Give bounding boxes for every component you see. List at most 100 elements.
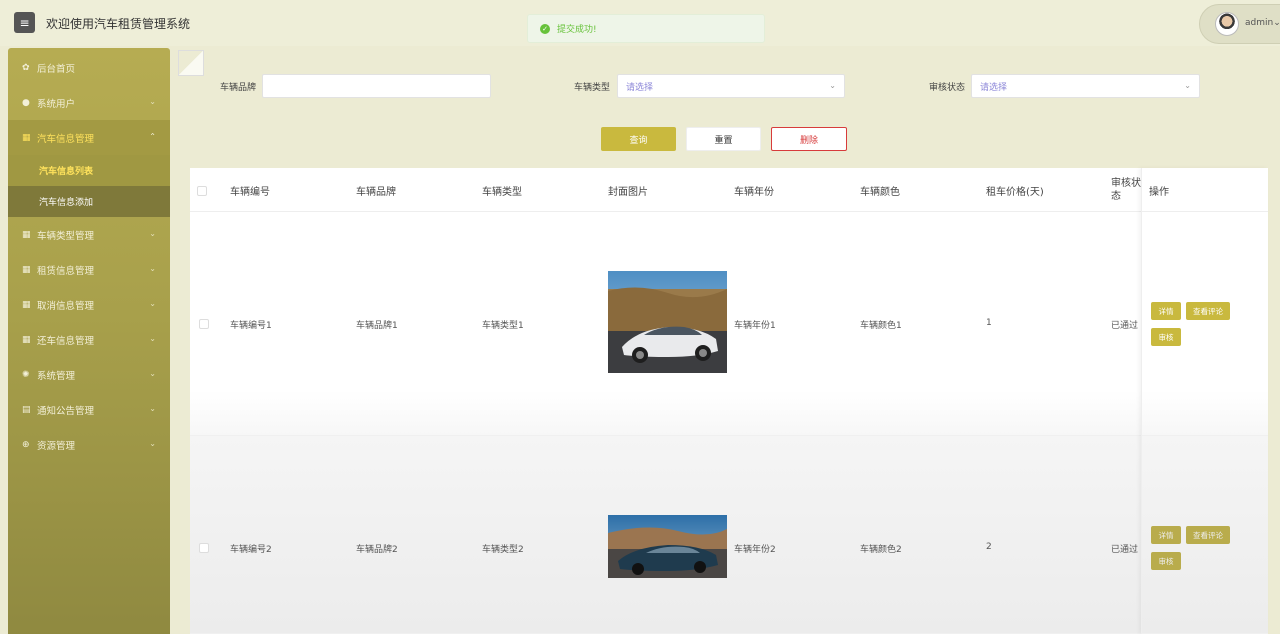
- avatar[interactable]: [1215, 12, 1239, 36]
- cell-year: 车辆年份1: [734, 321, 776, 331]
- plus-circle-icon: ⊕: [22, 439, 30, 450]
- sidebar-item-label: 系统管理: [37, 370, 76, 382]
- search-button[interactable]: 查询: [601, 127, 676, 151]
- sidebar-item-label: 车辆类型管理: [37, 230, 95, 242]
- app-title: 欢迎使用汽车租赁管理系统: [46, 17, 191, 31]
- sidebar-item-label: 取消信息管理: [37, 300, 95, 312]
- sidebar-subitem-label: 汽车信息添加: [39, 198, 94, 208]
- grid-icon: ▦: [22, 334, 31, 345]
- sidebar-item-notice[interactable]: ▤ 通知公告管理 ⌄: [8, 392, 170, 427]
- chevron-down-icon: ⌄: [149, 97, 156, 106]
- car-cover-image[interactable]: [608, 515, 727, 578]
- cell-price: 1: [986, 318, 992, 328]
- chevron-down-icon: ⌄: [149, 229, 156, 238]
- sidebar: ✿ 后台首页 ● 系统用户 ⌄ ▦ 汽车信息管理 ⌃ 汽车信息列表 汽车信息添加…: [8, 48, 170, 634]
- cell-brand: 车辆品牌1: [356, 321, 398, 331]
- cell-year: 车辆年份2: [734, 545, 776, 555]
- operations-column: 操作: [1141, 168, 1268, 634]
- sidebar-item-return[interactable]: ▦ 还车信息管理 ⌄: [8, 322, 170, 357]
- cell-id: 车辆编号1: [230, 321, 272, 331]
- cell-status: 已通过: [1111, 545, 1139, 555]
- car-cover-image[interactable]: [608, 271, 727, 373]
- chevron-down-icon: ⌄: [149, 334, 156, 343]
- grid-icon: ▦: [22, 299, 31, 310]
- grid-icon: ▦: [22, 264, 31, 275]
- sidebar-item-car-info[interactable]: ▦ 汽车信息管理 ⌃: [8, 120, 170, 155]
- column-header-status[interactable]: 审核状 态: [1111, 177, 1141, 203]
- type-filter-select[interactable]: 请选择 ⌄: [617, 74, 845, 98]
- cell-color: 车辆颜色2: [860, 545, 902, 555]
- grid-icon: ▦: [22, 132, 31, 143]
- sidebar-item-label: 资源管理: [37, 440, 76, 452]
- chevron-down-icon: ⌄: [149, 264, 156, 273]
- sidebar-item-cancel[interactable]: ▦ 取消信息管理 ⌄: [8, 287, 170, 322]
- sidebar-item-home[interactable]: ✿ 后台首页: [8, 50, 170, 85]
- user-menu[interactable]: admin⌄: [1199, 4, 1280, 44]
- column-header[interactable]: 车辆年份: [734, 183, 774, 198]
- cell-type: 车辆类型2: [482, 545, 524, 555]
- cell-color: 车辆颜色1: [860, 321, 902, 331]
- cell-price: 2: [986, 542, 992, 552]
- user-icon: ●: [22, 97, 30, 108]
- cell-status: 已通过: [1111, 321, 1139, 331]
- row-checkbox[interactable]: [199, 319, 209, 329]
- row-checkbox[interactable]: [199, 543, 209, 553]
- reset-button[interactable]: 重置: [686, 127, 761, 151]
- gear-icon: ✺: [22, 369, 30, 380]
- user-name[interactable]: admin⌄: [1245, 18, 1280, 28]
- success-toast: ✓ 提交成功!: [527, 14, 765, 43]
- column-header[interactable]: 租车价格(天): [986, 183, 1044, 198]
- home-icon: ✿: [22, 62, 30, 73]
- chevron-down-icon: ⌄: [829, 81, 836, 90]
- sidebar-item-vehicle-type[interactable]: ▦ 车辆类型管理 ⌄: [8, 217, 170, 252]
- type-filter-label: 车辆类型: [574, 83, 611, 93]
- chevron-down-icon: ⌄: [1273, 18, 1280, 28]
- chevron-down-icon: ⌄: [1184, 81, 1191, 90]
- sidebar-item-system[interactable]: ✺ 系统管理 ⌄: [8, 357, 170, 392]
- chevron-down-icon: ⌄: [149, 369, 156, 378]
- select-all-checkbox[interactable]: [197, 186, 207, 196]
- column-header[interactable]: 封面图片: [608, 183, 648, 198]
- hamburger-icon[interactable]: ≡: [14, 12, 35, 33]
- sidebar-item-users[interactable]: ● 系统用户 ⌄: [8, 85, 170, 120]
- sidebar-subitem-label: 汽车信息列表: [39, 167, 94, 177]
- table-row: 车辆编号1 车辆品牌1 车辆类型1 车辆年份1 车辆颜色1 1 已通过 详情 查…: [190, 212, 1268, 436]
- document-icon: ▤: [22, 404, 31, 415]
- chevron-down-icon: ⌄: [149, 299, 156, 308]
- cell-type: 车辆类型1: [482, 321, 524, 331]
- sidebar-item-label: 后台首页: [37, 63, 76, 75]
- check-circle-icon: ✓: [540, 23, 550, 34]
- car-table: 车辆编号 车辆品牌 车辆类型 封面图片 车辆年份 车辆颜色 租车价格(天) 审核…: [190, 168, 1268, 634]
- top-bar: ≡ 欢迎使用汽车租赁管理系统 ✓ 提交成功! admin⌄: [0, 0, 1280, 46]
- column-header[interactable]: 车辆颜色: [860, 183, 900, 198]
- toast-message: 提交成功!: [557, 25, 597, 35]
- chevron-up-icon: ⌃: [149, 132, 156, 141]
- chevron-down-icon: ⌄: [149, 404, 156, 413]
- corner-fold-icon: [178, 50, 204, 76]
- sidebar-item-label: 通知公告管理: [37, 405, 95, 417]
- grid-icon: ▦: [22, 229, 31, 240]
- sidebar-item-label: 租赁信息管理: [37, 265, 95, 277]
- status-filter-select[interactable]: 请选择 ⌄: [971, 74, 1200, 98]
- sidebar-item-label: 汽车信息管理: [37, 133, 95, 145]
- table-row: 车辆编号2 车辆品牌2 车辆类型2 车辆年份2 车辆颜色2 2 已通过 详情 查…: [190, 436, 1268, 634]
- column-header[interactable]: 车辆编号: [230, 183, 270, 198]
- sidebar-item-label: 系统用户: [37, 98, 76, 110]
- column-header[interactable]: 车辆品牌: [356, 183, 396, 198]
- delete-button[interactable]: 删除: [771, 127, 847, 151]
- column-header-operations: 操作: [1149, 187, 1169, 198]
- sidebar-subitem-car-add[interactable]: 汽车信息添加: [8, 186, 170, 217]
- chevron-down-icon: ⌄: [149, 439, 156, 448]
- column-header[interactable]: 车辆类型: [482, 183, 522, 198]
- brand-filter-label: 车辆品牌: [220, 83, 257, 93]
- cell-brand: 车辆品牌2: [356, 545, 398, 555]
- sidebar-item-resources[interactable]: ⊕ 资源管理 ⌄: [8, 427, 170, 462]
- main-content: 车辆品牌 车辆类型 请选择 ⌄ 审核状态 请选择 ⌄ 查询 重置 删除 车辆编号…: [176, 48, 1280, 634]
- cell-id: 车辆编号2: [230, 545, 272, 555]
- brand-filter-input[interactable]: [262, 74, 491, 98]
- status-filter-label: 审核状态: [929, 83, 966, 93]
- sidebar-item-label: 还车信息管理: [37, 335, 95, 347]
- sidebar-subitem-car-list[interactable]: 汽车信息列表: [8, 155, 170, 186]
- table-header: 车辆编号 车辆品牌 车辆类型 封面图片 车辆年份 车辆颜色 租车价格(天) 审核…: [190, 168, 1268, 212]
- sidebar-item-rental[interactable]: ▦ 租赁信息管理 ⌄: [8, 252, 170, 287]
